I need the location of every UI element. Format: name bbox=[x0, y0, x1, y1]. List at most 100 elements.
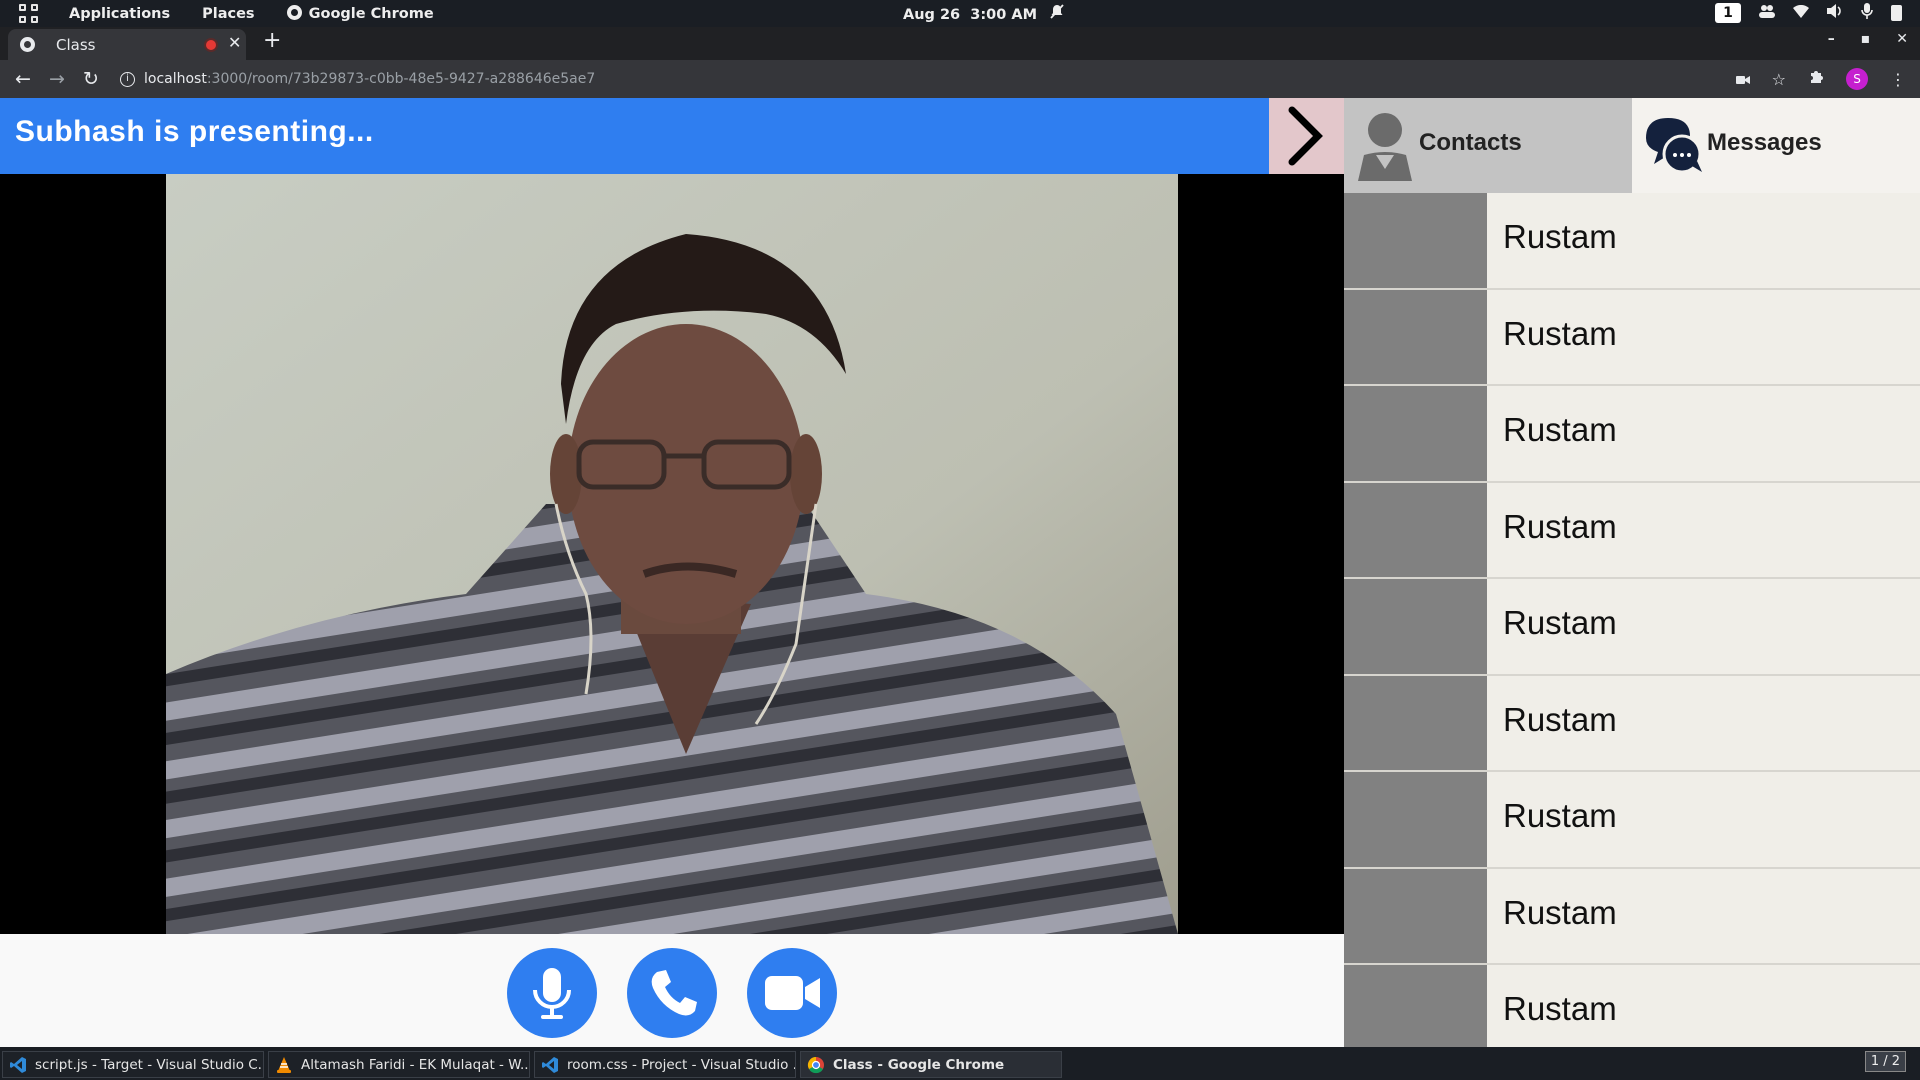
wifi-icon[interactable] bbox=[1793, 4, 1809, 22]
window-taskbar: script.js - Target - Visual Studio C... … bbox=[0, 1047, 1920, 1080]
contact-name: Rustam bbox=[1503, 507, 1617, 545]
call-controls bbox=[0, 934, 1344, 1047]
contact-avatar bbox=[1344, 289, 1487, 384]
clock-time: 3:00 AM bbox=[970, 7, 1038, 23]
chevron-right-icon bbox=[1288, 106, 1323, 166]
phone-icon bbox=[651, 970, 697, 1016]
browser-menu-icon[interactable]: ⋮ bbox=[1890, 70, 1906, 89]
contact-list: Rustam Rustam Rustam Rustam Rustam Rusta… bbox=[1344, 193, 1920, 1047]
battery-icon[interactable] bbox=[1891, 5, 1902, 21]
contact-name: Rustam bbox=[1503, 218, 1617, 255]
classroom-app: Subhash is presenting... Contacts Messag… bbox=[0, 98, 1920, 1047]
contact-item[interactable]: Rustam bbox=[1344, 868, 1920, 965]
presenter-video[interactable] bbox=[166, 174, 1178, 934]
contact-item[interactable]: Rustam bbox=[1344, 193, 1920, 290]
profile-avatar[interactable]: S bbox=[1846, 68, 1868, 90]
toolbar-icons: ☆ S ⋮ bbox=[1735, 68, 1906, 90]
presenter-label: Subhash is presenting... bbox=[15, 115, 374, 148]
contact-avatar bbox=[1344, 386, 1487, 481]
site-info-icon[interactable]: i bbox=[120, 71, 135, 87]
tab-class[interactable]: Class ✕ bbox=[8, 29, 246, 60]
contact-name: Rustam bbox=[1503, 604, 1617, 641]
active-app-menu[interactable]: Google Chrome bbox=[286, 5, 434, 22]
system-tray: 1 bbox=[1715, 3, 1902, 23]
clock-date: Aug 26 bbox=[903, 7, 961, 23]
toggle-camera-button[interactable] bbox=[747, 948, 837, 1038]
contact-item[interactable]: Rustam bbox=[1344, 675, 1920, 772]
browser-tab-strip: Class ✕ bbox=[0, 27, 1920, 60]
contact-item[interactable]: Rustam bbox=[1344, 772, 1920, 869]
contact-name: Rustam bbox=[1503, 893, 1617, 931]
person-icon bbox=[1358, 113, 1412, 181]
users-icon[interactable] bbox=[1759, 4, 1775, 22]
taskbar-item-vlc[interactable]: Altamash Faridi - EK Mulaqat - W... bbox=[268, 1051, 530, 1078]
system-top-bar: Applications Places Google Chrome Aug 26… bbox=[0, 0, 1920, 27]
video-stage bbox=[0, 174, 1344, 934]
app-grid-icon[interactable] bbox=[19, 3, 39, 24]
close-tab-icon[interactable]: ✕ bbox=[228, 33, 241, 52]
chrome-icon bbox=[807, 1056, 824, 1073]
recording-indicator-icon bbox=[206, 40, 216, 50]
contact-name: Rustam bbox=[1503, 990, 1617, 1027]
forward-button[interactable]: → bbox=[48, 68, 66, 90]
browser-toolbar: ← → ↻ i localhost:3000/room/73b29873-c0b… bbox=[0, 60, 1920, 98]
chrome-favicon-icon bbox=[20, 37, 35, 52]
tab-title: Class bbox=[56, 35, 96, 54]
contact-avatar bbox=[1344, 868, 1487, 963]
contact-item[interactable]: Rustam bbox=[1344, 579, 1920, 676]
tab-messages-label: Messages bbox=[1707, 129, 1822, 156]
taskbar-item-label: room.css - Project - Visual Studio ... bbox=[567, 1056, 796, 1073]
contact-item[interactable]: Rustam bbox=[1344, 965, 1920, 1047]
camera-in-use-icon[interactable] bbox=[1735, 70, 1750, 89]
volume-icon[interactable] bbox=[1827, 4, 1843, 22]
toggle-sidebar-button[interactable] bbox=[1269, 98, 1344, 174]
contact-item[interactable]: Rustam bbox=[1344, 289, 1920, 386]
reload-button[interactable]: ↻ bbox=[82, 68, 100, 90]
active-app-label: Google Chrome bbox=[308, 6, 434, 22]
notifications-off-icon bbox=[1050, 4, 1064, 23]
contact-avatar bbox=[1344, 772, 1487, 867]
vscode-icon bbox=[542, 1056, 558, 1073]
contact-avatar bbox=[1344, 482, 1487, 577]
end-call-button[interactable] bbox=[627, 948, 717, 1038]
tab-contacts[interactable]: Contacts bbox=[1344, 98, 1632, 193]
contact-item[interactable]: Rustam bbox=[1344, 482, 1920, 579]
mute-microphone-button[interactable] bbox=[507, 948, 597, 1038]
contact-avatar bbox=[1344, 193, 1487, 288]
taskbar-item-room-css[interactable]: room.css - Project - Visual Studio ... bbox=[534, 1051, 796, 1078]
extensions-icon[interactable] bbox=[1808, 69, 1824, 89]
taskbar-item-label: Altamash Faridi - EK Mulaqat - W... bbox=[301, 1056, 530, 1073]
taskbar-item-label: Class - Google Chrome bbox=[833, 1056, 1005, 1073]
presenter-banner: Subhash is presenting... bbox=[0, 98, 1269, 174]
places-menu[interactable]: Places bbox=[202, 6, 254, 22]
maximize-button[interactable]: ▪ bbox=[1861, 31, 1871, 47]
contact-name: Rustam bbox=[1503, 314, 1617, 352]
vlc-icon bbox=[277, 1056, 291, 1073]
tab-contacts-label: Contacts bbox=[1419, 129, 1522, 156]
new-tab-button[interactable]: + bbox=[263, 29, 281, 53]
chat-bubbles-icon bbox=[1646, 118, 1702, 174]
taskbar-item-script-js[interactable]: script.js - Target - Visual Studio C... bbox=[2, 1051, 264, 1078]
url-path: :3000/room/73b29873-c0bb-48e5-9427-a2886… bbox=[206, 71, 596, 87]
bookmark-star-icon[interactable]: ☆ bbox=[1772, 70, 1786, 89]
close-window-button[interactable]: ✕ bbox=[1896, 31, 1908, 47]
microphone-icon bbox=[533, 968, 571, 1019]
chrome-icon bbox=[286, 5, 302, 20]
back-button[interactable]: ← bbox=[14, 68, 32, 90]
applications-menu[interactable]: Applications bbox=[69, 6, 170, 22]
microphone-icon[interactable] bbox=[1861, 3, 1873, 23]
vscode-icon bbox=[10, 1056, 26, 1073]
video-camera-icon bbox=[765, 976, 820, 1010]
tab-messages[interactable]: Messages bbox=[1632, 98, 1920, 193]
minimize-button[interactable]: – bbox=[1828, 31, 1835, 47]
presenter-video-frame bbox=[166, 174, 1178, 934]
contact-avatar bbox=[1344, 579, 1487, 674]
address-bar[interactable]: i localhost:3000/room/73b29873-c0bb-48e5… bbox=[120, 71, 595, 87]
contact-item[interactable]: Rustam bbox=[1344, 386, 1920, 483]
clock[interactable]: Aug 26 3:00 AM bbox=[903, 4, 1064, 23]
workspace-pager[interactable]: 1 / 2 bbox=[1864, 1051, 1906, 1072]
contact-avatar bbox=[1344, 675, 1487, 770]
taskbar-item-chrome[interactable]: Class - Google Chrome bbox=[800, 1051, 1062, 1078]
workspace-indicator[interactable]: 1 bbox=[1715, 3, 1741, 23]
taskbar-item-label: script.js - Target - Visual Studio C... bbox=[35, 1056, 264, 1073]
